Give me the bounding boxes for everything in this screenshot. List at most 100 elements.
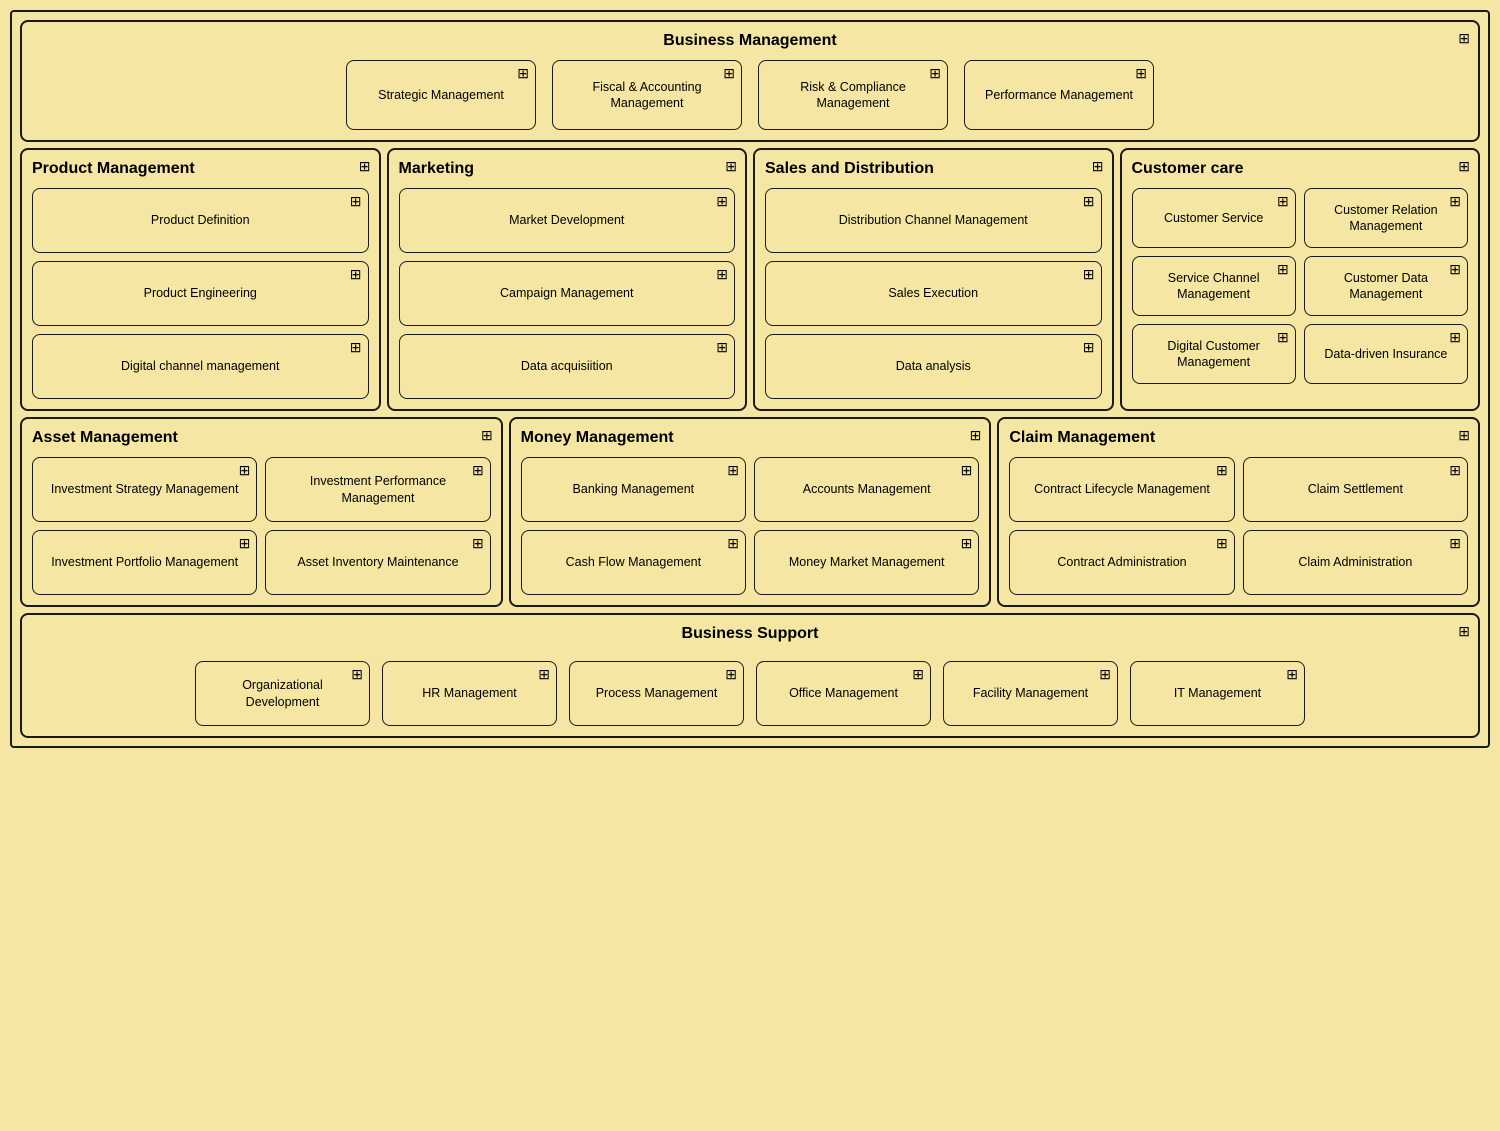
card-investment-strategy-icon: [239, 462, 251, 479]
card-cash-flow[interactable]: Cash Flow Management: [521, 530, 746, 595]
money-management-cards: Banking Management Accounts Management C…: [521, 457, 980, 595]
card-money-market-icon: [961, 535, 973, 552]
asset-management-cards: Investment Strategy Management Investmen…: [32, 457, 491, 595]
card-data-analysis[interactable]: Data analysis: [765, 334, 1102, 399]
card-facility-mgmt-icon: [1099, 666, 1111, 683]
card-office-mgmt-icon: [912, 666, 924, 683]
card-service-channel-icon: [1277, 261, 1289, 278]
card-data-acquisition-icon: [716, 339, 728, 356]
card-data-acquisition-label: Data acquisiition: [521, 358, 613, 374]
claim-management-icon: [1458, 427, 1470, 444]
card-digital-channel[interactable]: Digital channel management: [32, 334, 369, 399]
card-service-channel[interactable]: Service Channel Management: [1132, 256, 1296, 316]
card-data-driven-insurance[interactable]: Data-driven Insurance: [1304, 324, 1468, 384]
card-campaign-mgmt-label: Campaign Management: [500, 285, 633, 301]
sales-distribution-cards: Distribution Channel Management Sales Ex…: [765, 188, 1102, 399]
card-risk[interactable]: Risk & Compliance Management: [758, 60, 948, 130]
card-product-definition-label: Product Definition: [151, 212, 250, 228]
card-sales-execution[interactable]: Sales Execution: [765, 261, 1102, 326]
card-digital-customer-icon: [1277, 329, 1289, 346]
asset-management-section: Asset Management Investment Strategy Man…: [20, 417, 503, 607]
card-contract-lifecycle[interactable]: Contract Lifecycle Management: [1009, 457, 1234, 522]
card-data-acquisition[interactable]: Data acquisiition: [399, 334, 736, 399]
customer-care-cards: Customer Service Customer Relation Manag…: [1132, 188, 1469, 384]
card-claim-admin[interactable]: Claim Administration: [1243, 530, 1468, 595]
business-support-icon: [1458, 623, 1470, 640]
marketing-icon: [725, 158, 737, 175]
card-customer-service[interactable]: Customer Service: [1132, 188, 1296, 248]
card-asset-inventory-icon: [472, 535, 484, 552]
marketing-cards: Market Development Campaign Management D…: [399, 188, 736, 399]
card-hr-mgmt-label: HR Management: [422, 685, 517, 701]
card-performance[interactable]: Performance Management: [964, 60, 1154, 130]
card-it-mgmt[interactable]: IT Management: [1130, 661, 1305, 726]
card-customer-data-icon: [1449, 261, 1461, 278]
product-management-cards: Product Definition Product Engineering D…: [32, 188, 369, 399]
card-campaign-mgmt[interactable]: Campaign Management: [399, 261, 736, 326]
sales-distribution-icon: [1092, 158, 1104, 175]
card-accounts-label: Accounts Management: [803, 481, 931, 497]
business-management-title: Business Management: [663, 32, 836, 50]
business-management-cards: Strategic Management Fiscal & Accounting…: [346, 60, 1154, 130]
card-hr-mgmt[interactable]: HR Management: [382, 661, 557, 726]
card-claim-settlement-label: Claim Settlement: [1308, 481, 1403, 497]
page-wrapper: Business Management Strategic Management…: [10, 10, 1490, 748]
middle-row: Product Management Product Definition Pr…: [20, 148, 1480, 411]
card-claim-admin-icon: [1449, 535, 1461, 552]
card-contract-admin-label: Contract Administration: [1057, 554, 1186, 570]
customer-care-title: Customer care: [1132, 160, 1469, 178]
product-management-icon: [359, 158, 371, 175]
card-customer-relation[interactable]: Customer Relation Management: [1304, 188, 1468, 248]
sales-distribution-title: Sales and Distribution: [765, 160, 1102, 178]
card-office-mgmt[interactable]: Office Management: [756, 661, 931, 726]
card-banking[interactable]: Banking Management: [521, 457, 746, 522]
product-management-section: Product Management Product Definition Pr…: [20, 148, 381, 411]
card-claim-settlement[interactable]: Claim Settlement: [1243, 457, 1468, 522]
amcm-row: Asset Management Investment Strategy Man…: [20, 417, 1480, 607]
card-investment-strategy[interactable]: Investment Strategy Management: [32, 457, 257, 522]
card-product-definition[interactable]: Product Definition: [32, 188, 369, 253]
card-investment-portfolio[interactable]: Investment Portfolio Management: [32, 530, 257, 595]
card-digital-customer[interactable]: Digital Customer Management: [1132, 324, 1296, 384]
card-data-driven-insurance-icon: [1449, 329, 1461, 346]
card-money-market-label: Money Market Management: [789, 554, 945, 570]
card-process-mgmt-label: Process Management: [596, 685, 718, 701]
card-money-market[interactable]: Money Market Management: [754, 530, 979, 595]
money-management-title: Money Management: [521, 429, 980, 447]
card-investment-performance[interactable]: Investment Performance Management: [265, 457, 490, 522]
card-risk-icon: [929, 65, 941, 82]
card-product-engineering[interactable]: Product Engineering: [32, 261, 369, 326]
card-fiscal-label: Fiscal & Accounting Management: [563, 79, 731, 112]
card-sales-execution-label: Sales Execution: [888, 285, 978, 301]
card-strategic[interactable]: Strategic Management: [346, 60, 536, 130]
business-support-title: Business Support: [32, 625, 1468, 643]
card-it-mgmt-icon: [1286, 666, 1298, 683]
card-product-engineering-icon: [350, 266, 362, 283]
marketing-section: Marketing Market Development Campaign Ma…: [387, 148, 748, 411]
card-data-analysis-icon: [1083, 339, 1095, 356]
asset-management-icon: [481, 427, 493, 444]
card-process-mgmt[interactable]: Process Management: [569, 661, 744, 726]
card-org-development[interactable]: Organizational Development: [195, 661, 370, 726]
card-fiscal[interactable]: Fiscal & Accounting Management: [552, 60, 742, 130]
card-contract-admin[interactable]: Contract Administration: [1009, 530, 1234, 595]
sales-distribution-section: Sales and Distribution Distribution Chan…: [753, 148, 1114, 411]
claim-management-title: Claim Management: [1009, 429, 1468, 447]
card-digital-channel-icon: [350, 339, 362, 356]
card-asset-inventory[interactable]: Asset Inventory Maintenance: [265, 530, 490, 595]
card-contract-lifecycle-label: Contract Lifecycle Management: [1034, 481, 1210, 497]
card-investment-performance-label: Investment Performance Management: [276, 473, 479, 506]
money-management-icon: [970, 427, 982, 444]
card-it-mgmt-label: IT Management: [1174, 685, 1261, 701]
card-data-driven-insurance-label: Data-driven Insurance: [1324, 346, 1447, 362]
card-facility-mgmt[interactable]: Facility Management: [943, 661, 1118, 726]
card-strategic-label: Strategic Management: [378, 87, 504, 103]
customer-care-section: Customer care Customer Service Customer …: [1120, 148, 1481, 411]
card-market-development[interactable]: Market Development: [399, 188, 736, 253]
card-customer-data[interactable]: Customer Data Management: [1304, 256, 1468, 316]
card-facility-mgmt-label: Facility Management: [973, 685, 1088, 701]
card-distribution-channel[interactable]: Distribution Channel Management: [765, 188, 1102, 253]
business-management-section: Business Management Strategic Management…: [20, 20, 1480, 142]
card-accounts[interactable]: Accounts Management: [754, 457, 979, 522]
business-management-icon: [1458, 30, 1470, 47]
